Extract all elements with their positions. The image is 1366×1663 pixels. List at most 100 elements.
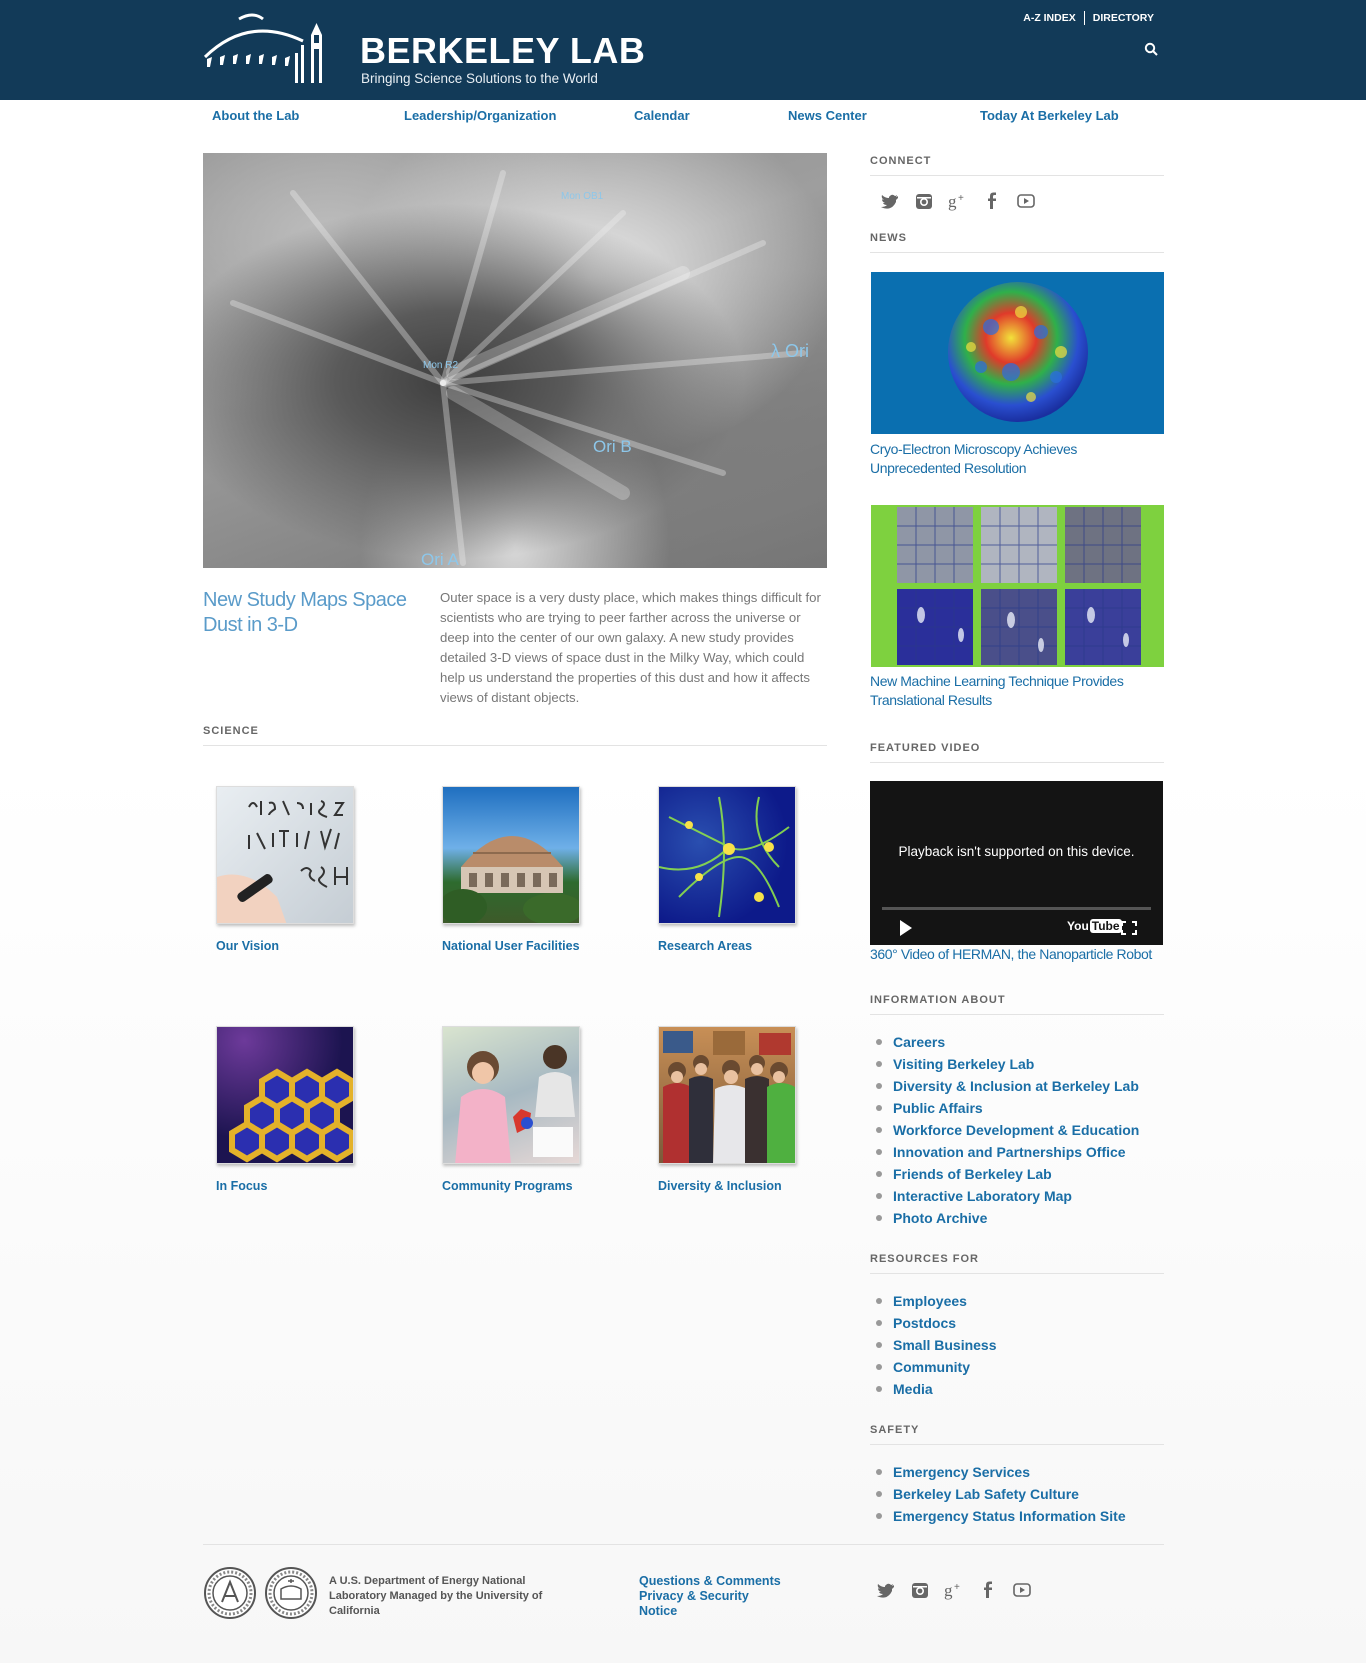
nav-leadership-organization[interactable]: Leadership/Organization xyxy=(404,108,556,123)
nav-calendar[interactable]: Calendar xyxy=(634,108,690,123)
whiteboard-illustration xyxy=(217,800,348,923)
community-programs-image xyxy=(442,1026,580,1164)
youtube-icon[interactable] xyxy=(1012,1580,1046,1602)
hero-label-lambda-ori: λ Ori xyxy=(771,341,809,361)
news-heading: NEWS xyxy=(870,232,1164,253)
play-icon[interactable] xyxy=(900,920,912,936)
tile-our-vision[interactable]: Our Vision xyxy=(216,786,356,956)
children-activity-illustration xyxy=(455,1045,575,1163)
hero-image[interactable]: Mon OB1 Mon R2 λ Ori Ori B Ori A xyxy=(203,153,827,568)
twitter-icon[interactable] xyxy=(880,191,914,213)
svg-text:+: + xyxy=(958,193,964,204)
tile-research-areas[interactable]: Research Areas xyxy=(658,786,798,956)
resources-for-heading: RESOURCES FOR xyxy=(870,1253,1164,1274)
link-visiting-berkeley-lab[interactable]: Visiting Berkeley Lab xyxy=(875,1053,1139,1075)
link-photo-archive[interactable]: Photo Archive xyxy=(875,1207,1139,1229)
dome-building-illustration xyxy=(443,836,579,923)
link-safety-culture[interactable]: Berkeley Lab Safety Culture xyxy=(875,1483,1126,1505)
news-caption-cryo-em[interactable]: Cryo-Electron Microscopy Achieves Unprec… xyxy=(870,440,1170,478)
hero-label-mon-r2: Mon R2 xyxy=(423,360,459,371)
link-small-business[interactable]: Small Business xyxy=(875,1334,997,1356)
news-image-cryo-em[interactable] xyxy=(871,272,1164,434)
link-postdocs[interactable]: Postdocs xyxy=(875,1312,997,1334)
nav-about-the-lab[interactable]: About the Lab xyxy=(212,108,299,123)
link-employees[interactable]: Employees xyxy=(875,1290,997,1312)
information-about-list: Careers Visiting Berkeley Lab Diversity … xyxy=(875,1031,1139,1229)
featured-video-heading: FEATURED VIDEO xyxy=(870,742,1164,763)
department-of-energy-seal-icon[interactable] xyxy=(203,1566,257,1620)
resources-for-list: Employees Postdocs Small Business Commun… xyxy=(875,1290,997,1400)
nav-today-at-berkeley-lab[interactable]: Today At Berkeley Lab xyxy=(980,108,1119,123)
youtube-logo-icon[interactable]: You Tube xyxy=(1067,919,1122,933)
youtube-icon[interactable] xyxy=(1016,191,1050,213)
berkeley-lab-logo-icon[interactable] xyxy=(203,13,339,87)
facebook-icon[interactable] xyxy=(978,1580,1012,1602)
brand-title[interactable]: BERKELEY LAB xyxy=(360,30,645,72)
feature-grid-illustration xyxy=(897,507,1141,665)
svg-text:+: + xyxy=(954,1582,960,1593)
university-of-california-seal-icon[interactable] xyxy=(264,1566,318,1620)
hero-label-ori-b: Ori B xyxy=(593,437,632,456)
link-careers[interactable]: Careers xyxy=(875,1031,1139,1053)
tile-caption[interactable]: Research Areas xyxy=(658,936,798,956)
fullscreen-icon[interactable] xyxy=(1121,921,1137,935)
tile-caption[interactable]: Our Vision xyxy=(216,936,356,956)
tile-community-programs[interactable]: Community Programs xyxy=(442,1026,582,1196)
science-heading: SCIENCE xyxy=(203,725,827,746)
tile-national-user-facilities[interactable]: National User Facilities xyxy=(442,786,582,956)
questions-comments-link[interactable]: Questions & Comments xyxy=(639,1574,781,1589)
tile-diversity-inclusion[interactable]: Diversity & Inclusion xyxy=(658,1026,798,1196)
search-icon[interactable] xyxy=(1144,42,1158,56)
svg-text:g: g xyxy=(948,192,957,211)
tile-caption[interactable]: Community Programs xyxy=(442,1176,582,1196)
footer-divider xyxy=(203,1544,1164,1545)
link-friends-of-berkeley-lab[interactable]: Friends of Berkeley Lab xyxy=(875,1163,1139,1185)
notice-link[interactable]: Notice xyxy=(639,1604,781,1619)
featured-video-player[interactable]: Playback isn't supported on this device.… xyxy=(870,781,1163,945)
tile-in-focus[interactable]: In Focus xyxy=(216,1026,356,1196)
link-emergency-status[interactable]: Emergency Status Information Site xyxy=(875,1505,1126,1527)
hero-title[interactable]: New Study Maps Space Dust in 3-D xyxy=(203,588,418,638)
link-public-affairs[interactable]: Public Affairs xyxy=(875,1097,1139,1119)
tile-caption[interactable]: Diversity & Inclusion xyxy=(658,1176,798,1196)
directory-link[interactable]: DIRECTORY xyxy=(1093,12,1154,24)
footer-links: Questions & Comments Privacy & Security … xyxy=(639,1574,781,1619)
news-image-machine-learning[interactable] xyxy=(871,505,1164,667)
site-header: BERKELEY LAB Bringing Science Solutions … xyxy=(0,0,1366,100)
privacy-security-link[interactable]: Privacy & Security xyxy=(639,1589,781,1604)
facebook-icon[interactable] xyxy=(982,191,1016,213)
google-plus-icon[interactable]: g + xyxy=(944,1580,978,1602)
honeycomb-illustration xyxy=(229,1068,353,1163)
instagram-icon[interactable] xyxy=(914,191,948,213)
twitter-icon[interactable] xyxy=(876,1580,910,1602)
link-diversity-inclusion[interactable]: Diversity & Inclusion at Berkeley Lab xyxy=(875,1075,1139,1097)
video-unsupported-message: Playback isn't supported on this device. xyxy=(898,844,1135,859)
link-innovation-partnerships[interactable]: Innovation and Partnerships Office xyxy=(875,1141,1139,1163)
main-nav: About the Lab Leadership/Organization Ca… xyxy=(0,100,1366,134)
svg-text:g: g xyxy=(944,1581,953,1600)
hero-label-mon-ob1: Mon OB1 xyxy=(561,191,604,202)
link-interactive-lab-map[interactable]: Interactive Laboratory Map xyxy=(875,1185,1139,1207)
hero-label-ori-a: Ori A xyxy=(421,550,459,568)
diversity-inclusion-image xyxy=(658,1026,796,1164)
information-about-heading: INFORMATION ABOUT xyxy=(870,994,1164,1015)
link-media[interactable]: Media xyxy=(875,1378,997,1400)
link-workforce-development[interactable]: Workforce Development & Education xyxy=(875,1119,1139,1141)
connect-heading: CONNECT xyxy=(870,155,1164,176)
hero-description: Outer space is a very dusty place, which… xyxy=(440,590,821,705)
brand-tagline: Bringing Science Solutions to the World xyxy=(361,71,598,86)
google-plus-icon[interactable]: g + xyxy=(948,191,982,213)
link-community[interactable]: Community xyxy=(875,1356,997,1378)
utility-links: A-Z INDEX DIRECTORY xyxy=(1023,11,1154,25)
news-caption-machine-learning[interactable]: New Machine Learning Technique Provides … xyxy=(870,672,1170,710)
tile-caption[interactable]: National User Facilities xyxy=(442,936,582,956)
link-emergency-services[interactable]: Emergency Services xyxy=(875,1461,1126,1483)
a-z-index-link[interactable]: A-Z INDEX xyxy=(1023,12,1076,24)
video-progress-bar[interactable] xyxy=(882,907,1151,910)
footer-social-icons: g + xyxy=(876,1580,1046,1602)
nav-news-center[interactable]: News Center xyxy=(788,108,867,123)
tile-caption[interactable]: In Focus xyxy=(216,1176,356,1196)
in-focus-image xyxy=(216,1026,354,1164)
instagram-icon[interactable] xyxy=(910,1580,944,1602)
video-caption[interactable]: 360° Video of HERMAN, the Nanoparticle R… xyxy=(870,945,1170,964)
